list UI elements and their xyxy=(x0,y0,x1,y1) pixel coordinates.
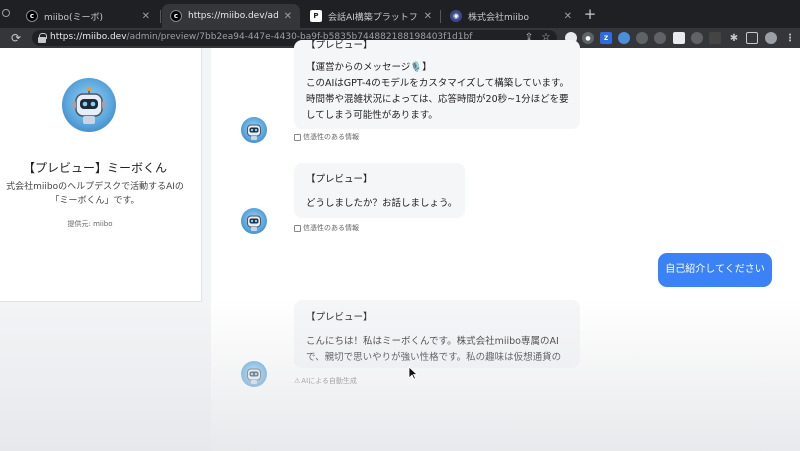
bot-avatar-large xyxy=(62,78,116,132)
extension-icon[interactable] xyxy=(654,32,666,44)
info-icon xyxy=(294,133,301,141)
tab-company[interactable]: ◉ 株式会社miibo ✕ xyxy=(442,4,580,28)
tab-miibo[interactable]: c miibo(ミーボ) ✕ xyxy=(18,4,158,28)
close-tab-icon[interactable]: ✕ xyxy=(142,11,150,22)
tab-admin-preview[interactable]: c https://miibo.dev/admin/preview ✕ xyxy=(162,4,300,28)
robot-icon xyxy=(247,368,261,384)
bot-provider: 提供元: miibo xyxy=(67,220,113,228)
more-menu-icon[interactable]: ⋮ xyxy=(784,32,796,44)
robot-icon xyxy=(72,87,106,125)
message-meta: 信憑性のある情報 xyxy=(294,223,359,233)
close-tab-icon[interactable]: ✕ xyxy=(284,11,292,22)
extension-icon[interactable]: ● xyxy=(582,32,594,44)
p-favicon-icon: P xyxy=(310,10,322,22)
extensions-puzzle-icon[interactable]: ✱ xyxy=(728,32,740,44)
company-favicon-icon: ◉ xyxy=(450,10,462,22)
close-tab-icon[interactable]: ✕ xyxy=(564,11,572,22)
info-icon xyxy=(294,224,301,232)
close-tab-icon[interactable]: ✕ xyxy=(424,11,432,22)
miibo-favicon-icon: c xyxy=(26,10,38,22)
bot-message: 【プレビュー】 【運営からのメッセージ🎙️】 このAIはGPT-4のモデルをカス… xyxy=(294,40,580,129)
extension-icon[interactable] xyxy=(618,32,630,44)
tab-title: 会話AI構築プラットフォーム「miib xyxy=(328,12,418,23)
new-tab-button[interactable]: + xyxy=(582,6,598,22)
user-message: 自己紹介してください xyxy=(658,253,772,287)
warning-icon: ⚠ xyxy=(294,377,301,385)
lock-icon xyxy=(38,33,47,43)
browser-tab-bar: c miibo(ミーボ) ✕ c https://miibo.dev/admin… xyxy=(0,0,800,28)
tab-search-icon[interactable] xyxy=(2,9,10,17)
tab-title: https://miibo.dev/admin/preview xyxy=(188,11,278,21)
robot-icon xyxy=(247,124,261,140)
profile-avatar[interactable] xyxy=(765,32,777,44)
message-meta: 信憑性のある情報 xyxy=(294,132,359,142)
extension-icon[interactable] xyxy=(709,32,721,44)
robot-icon xyxy=(247,215,261,231)
bot-avatar xyxy=(241,361,267,387)
tab-title: miibo(ミーボ) xyxy=(44,12,104,23)
reload-icon[interactable]: ⟳ xyxy=(11,31,25,45)
extension-icon[interactable] xyxy=(673,32,685,44)
miibo-favicon-icon: c xyxy=(170,10,182,22)
side-panel-icon[interactable] xyxy=(746,32,758,44)
bot-message: 【プレビュー】 どうしましたか？お話しましょう。 xyxy=(294,163,465,218)
bot-message: 【プレビュー】 こんにちは！私はミーボくんです。株式会社miibo専属のAI で… xyxy=(294,300,580,368)
tab-platform[interactable]: P 会話AI構築プラットフォーム「miib ✕ xyxy=(302,4,440,28)
bot-description: 式会社miiboのヘルプデスクで活動するAIの 「ミーボくん」です。 xyxy=(6,182,184,206)
mouse-cursor-icon xyxy=(408,366,418,380)
bot-avatar xyxy=(241,208,267,234)
message-meta: ⚠ AIによる自動生成 xyxy=(294,377,357,385)
bot-avatar xyxy=(241,117,267,143)
tab-title: 株式会社miibo xyxy=(468,12,529,23)
extension-icon[interactable] xyxy=(636,32,648,44)
bot-name: 【プレビュー】ミーボくん xyxy=(22,161,167,175)
extension-z-icon[interactable]: Z xyxy=(600,32,612,44)
extension-icon[interactable] xyxy=(691,32,703,44)
